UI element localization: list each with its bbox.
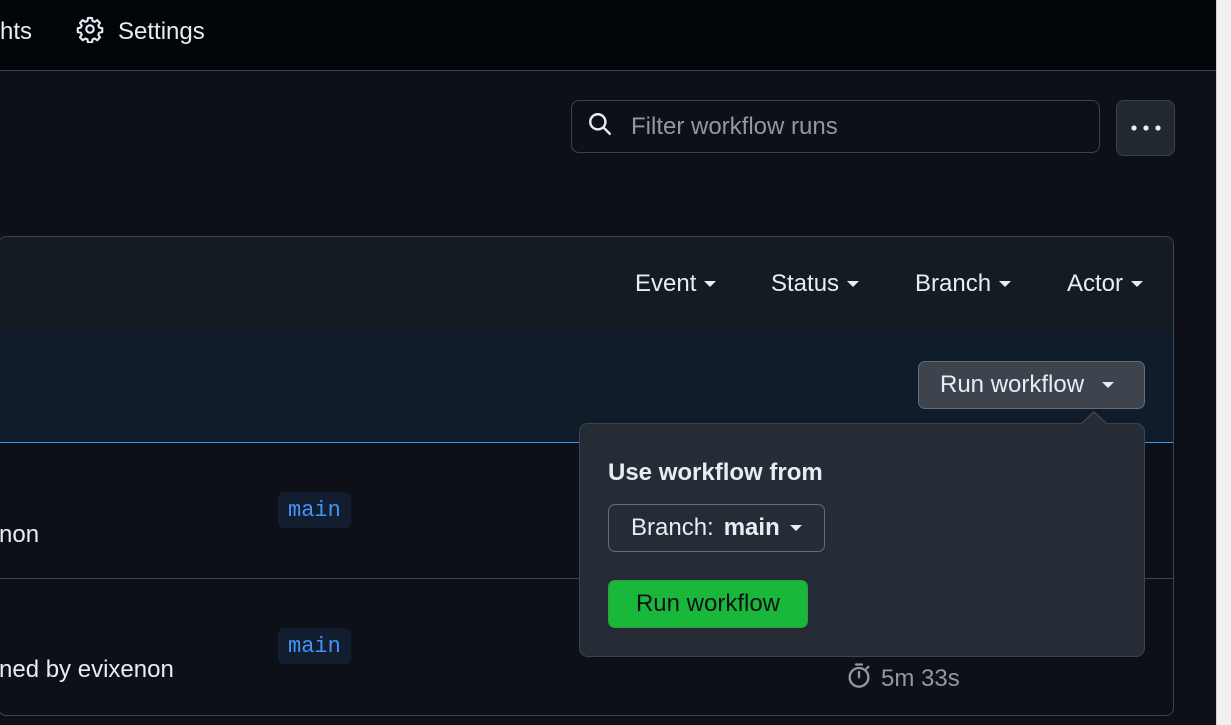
run-workflow-submit-button[interactable]: Run workflow bbox=[608, 580, 808, 628]
caret-down-icon bbox=[999, 281, 1012, 287]
branch-select-button[interactable]: Branch: main bbox=[608, 504, 825, 552]
caret-down-icon bbox=[1102, 382, 1115, 388]
filter-branch-label: Branch bbox=[915, 270, 992, 297]
branch-select-prefix: Branch: bbox=[631, 514, 714, 541]
caret-down-icon bbox=[847, 281, 860, 287]
run-workflow-popover: Use workflow from Branch: main Run workfl… bbox=[579, 423, 1145, 657]
filter-status-label: Status bbox=[771, 270, 840, 297]
window-scrollbar[interactable] bbox=[1216, 0, 1231, 725]
popover-title: Use workflow from bbox=[608, 459, 823, 486]
caret-down-icon bbox=[1131, 281, 1144, 287]
search-icon bbox=[572, 111, 613, 142]
caret-down-icon bbox=[704, 281, 717, 287]
filter-header: Event Status Branch Actor bbox=[0, 237, 1173, 332]
filter-status[interactable]: Status bbox=[771, 270, 860, 298]
run-duration: 5m 33s bbox=[845, 661, 960, 696]
filter-branch[interactable]: Branch bbox=[915, 270, 1012, 298]
more-options-button[interactable] bbox=[1116, 100, 1175, 156]
filter-event[interactable]: Event bbox=[635, 270, 717, 298]
filter-actor[interactable]: Actor bbox=[1067, 270, 1144, 298]
run-workflow-label: Run workflow bbox=[940, 371, 1085, 398]
filter-runs-search[interactable] bbox=[571, 100, 1100, 153]
kebab-icon bbox=[1130, 119, 1162, 137]
search-input[interactable] bbox=[629, 111, 1093, 142]
branch-tag[interactable]: main bbox=[278, 628, 351, 664]
branch-tag[interactable]: main bbox=[278, 492, 351, 528]
run-actor-text: non bbox=[0, 521, 40, 548]
settings-label: Settings bbox=[118, 18, 205, 45]
duration-text: 5m 33s bbox=[881, 664, 960, 692]
run-actor-text: ned by evixenon bbox=[0, 656, 174, 683]
nav-item-settings[interactable]: Settings bbox=[76, 15, 205, 49]
run-workflow-dropdown-button[interactable]: Run workflow bbox=[918, 361, 1145, 409]
caret-down-icon bbox=[789, 525, 802, 531]
nav-item-insights[interactable]: hts bbox=[0, 18, 32, 46]
filter-actor-label: Actor bbox=[1067, 270, 1124, 297]
gear-icon bbox=[76, 15, 104, 50]
popover-arrow-fill bbox=[1082, 413, 1106, 424]
stopwatch-icon bbox=[845, 661, 873, 696]
filter-event-label: Event bbox=[635, 270, 697, 297]
repo-nav-bar: hts Settings bbox=[0, 0, 1216, 71]
branch-select-value: main bbox=[723, 514, 780, 541]
